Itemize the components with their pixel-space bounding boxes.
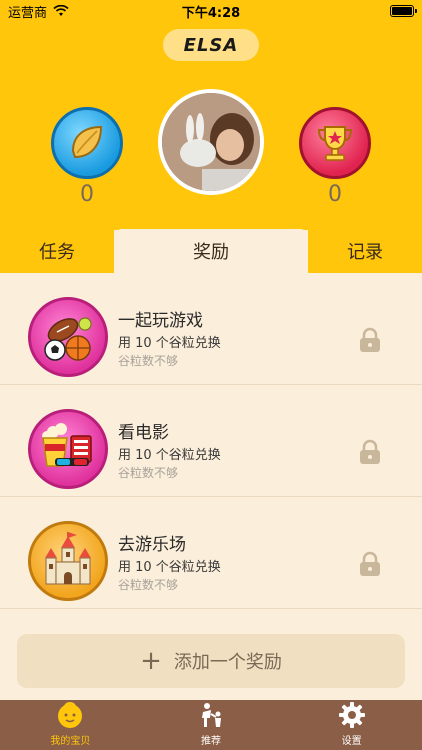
child-name[interactable]: ELSA [163,29,259,61]
tabbar-item-settings[interactable]: 设置 [281,700,422,750]
child-photo-icon [162,93,260,191]
reward-title: 看电影 [118,423,169,443]
trophy-count: 0 [328,182,342,207]
bottom-tab-bar: 我的宝贝 推荐 设置 [0,700,422,750]
battery-icon [390,5,417,17]
list-item[interactable]: 一起玩游戏 用 10 个谷粒兑换 谷粒数不够 [0,273,422,385]
reward-hint: 谷粒数不够 [118,354,179,368]
grain-icon [71,125,103,159]
trophy-badge[interactable] [299,107,371,179]
add-reward-label: 添加一个奖励 [173,652,282,673]
list-item[interactable]: 看电影 用 10 个谷粒兑换 谷粒数不够 [0,385,422,497]
add-reward-button[interactable]: + 添加一个奖励 [17,634,405,688]
reward-title: 一起玩游戏 [118,311,203,331]
reward-cost: 用 10 个谷粒兑换 [118,336,221,351]
reward-title: 去游乐场 [118,535,186,555]
reward-cost: 用 10 个谷粒兑换 [118,448,221,463]
profile-header: ELSA 0 0 [0,22,422,230]
tabbar-item-my-baby[interactable]: 我的宝贝 [0,700,141,750]
sports-balls-icon [44,317,92,361]
plus-icon: + [140,646,162,676]
reward-list: 一起玩游戏 用 10 个谷粒兑换 谷粒数不够 看电影 用 10 个谷粒兑换 谷粒… [0,273,422,609]
reward-hint: 谷粒数不够 [118,578,179,592]
family-icon [202,703,221,727]
reward-icon [28,521,108,601]
tab-rewards[interactable]: 奖励 [114,229,308,273]
status-time: 下午4:28 [181,5,241,21]
reward-icon [28,297,108,377]
tabbar-label: 推荐 [201,736,221,747]
grain-badge[interactable] [51,107,123,179]
tab-tasks[interactable]: 任务 [0,229,114,273]
trophy-icon [317,126,353,161]
list-item[interactable]: 去游乐场 用 10 个谷粒兑换 谷粒数不够 [0,497,422,609]
lock-icon[interactable] [358,327,382,353]
reward-cost: 用 10 个谷粒兑换 [118,560,221,575]
reward-hint: 谷粒数不够 [118,466,179,480]
grain-count: 0 [80,182,94,207]
castle-icon [45,532,91,585]
reward-icon [28,409,108,489]
tabbar-item-recommend[interactable]: 推荐 [141,700,282,750]
avatar[interactable] [158,89,264,195]
segment-tabs: 任务 奖励 记录 [0,229,422,273]
lock-icon[interactable] [358,439,382,465]
gear-icon [338,702,365,728]
baby-face-icon [58,702,83,728]
tabbar-label: 我的宝贝 [50,736,91,747]
popcorn-3d-glasses-icon [42,423,92,467]
tabbar-label: 设置 [341,736,362,747]
tab-records[interactable]: 记录 [308,229,422,273]
lock-icon[interactable] [358,551,382,577]
status-bar: 运营商 下午4:28 [0,0,422,22]
